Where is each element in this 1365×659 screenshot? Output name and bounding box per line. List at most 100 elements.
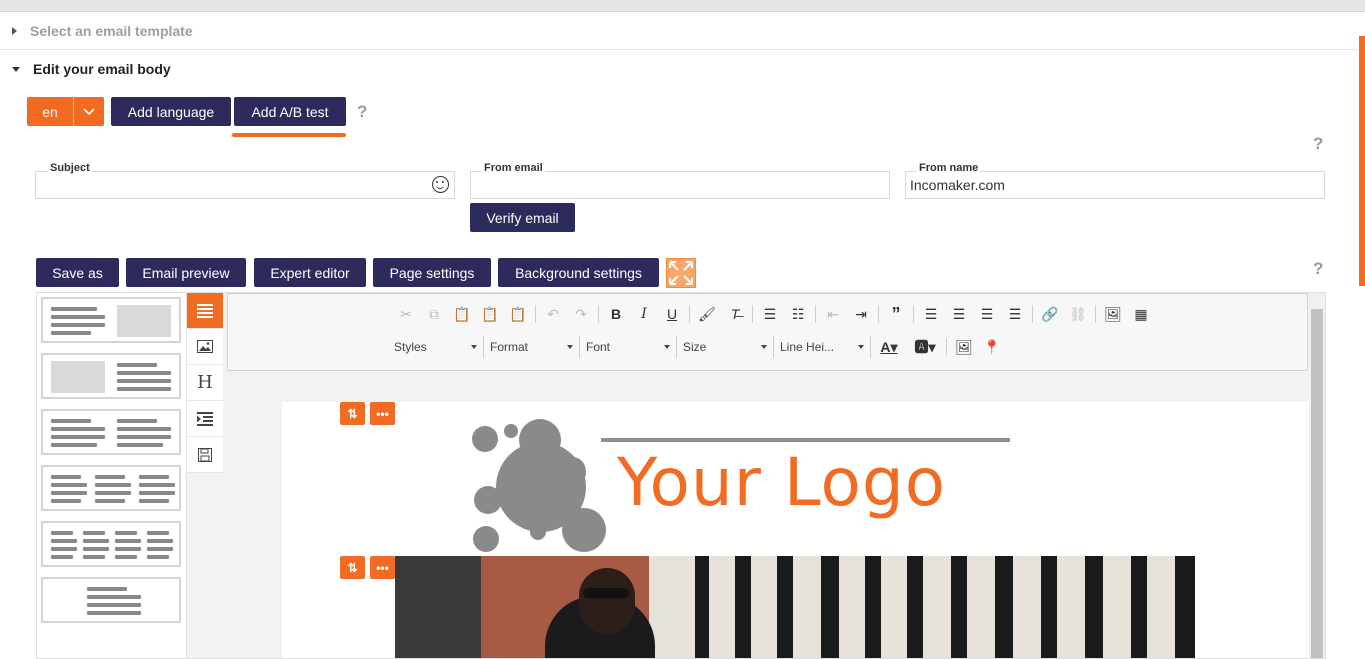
subject-field[interactable] <box>35 171 455 199</box>
block-text-image[interactable] <box>41 297 181 343</box>
background-settings-button[interactable]: Background settings <box>498 258 659 287</box>
align-right-icon[interactable]: ☰ <box>973 304 1001 324</box>
tab-images[interactable] <box>187 329 223 365</box>
ab-test-active-underline <box>232 133 346 137</box>
content-type-tabs: H <box>187 293 223 473</box>
rich-text-toolbar: ✂ ⧉ 📋 📋 📋 ↶ ↷ B I U 🖌 T̶ ☰ ☷ ⇤ ⇥ ” ☰ ☰ ☰… <box>227 293 1308 371</box>
help-icon[interactable]: ? <box>357 102 367 122</box>
tab-blocks[interactable] <box>187 293 223 329</box>
image-manager-icon[interactable]: 🖼 <box>950 337 978 357</box>
tab-saved[interactable] <box>187 437 223 473</box>
section-select-template[interactable]: Select an email template <box>0 12 1358 50</box>
italic-icon[interactable]: I <box>630 304 658 324</box>
fullscreen-icon[interactable] <box>666 258 696 288</box>
size-dropdown[interactable]: Size <box>677 336 774 358</box>
background-color-icon[interactable]: 🅰▾ <box>907 337 943 357</box>
expanded-arrow-icon <box>12 66 20 72</box>
font-label: Font <box>586 340 611 354</box>
format-painter-icon[interactable]: 🖌 <box>693 304 721 324</box>
table-icon[interactable]: ▦ <box>1127 304 1155 324</box>
bold-icon[interactable]: B <box>602 304 630 324</box>
block-two-text-columns[interactable] <box>41 409 181 455</box>
chevron-down-icon[interactable] <box>73 97 104 126</box>
email-preview-button[interactable]: Email preview <box>126 258 246 287</box>
page-settings-button[interactable]: Page settings <box>373 258 491 287</box>
page-scrollbar[interactable] <box>1359 36 1365 286</box>
line-height-dropdown[interactable]: Line Hei... <box>774 336 871 358</box>
block-three-text-columns[interactable] <box>41 465 181 511</box>
insert-image-icon[interactable]: 🖼 <box>1099 304 1127 324</box>
underline-icon[interactable]: U <box>658 304 686 324</box>
section-title: Edit your email body <box>33 61 171 77</box>
tab-indent[interactable] <box>187 401 223 437</box>
align-center-icon[interactable]: ☰ <box>945 304 973 324</box>
expert-editor-button[interactable]: Expert editor <box>254 258 366 287</box>
from-name-field[interactable]: Incomaker.com <box>905 171 1325 199</box>
paste-icon[interactable]: 📋 <box>448 304 476 324</box>
language-select[interactable]: en <box>27 97 104 126</box>
block-four-text-columns[interactable] <box>41 521 181 567</box>
undo-icon[interactable]: ↶ <box>539 304 567 324</box>
format-label: Format <box>490 340 529 354</box>
paste-text-icon[interactable]: 📋 <box>476 304 504 324</box>
copy-icon[interactable]: ⧉ <box>420 304 448 324</box>
format-dropdown[interactable]: Format <box>484 336 580 358</box>
from-name-label: From name <box>917 162 981 174</box>
image-icon <box>197 340 213 353</box>
emoji-icon[interactable] <box>432 176 449 193</box>
subject-label: Subject <box>48 162 92 174</box>
email-editor: H ✂ ⧉ 📋 📋 📋 ↶ ↷ B I U 🖌 T̶ ☰ ☷ ⇤ ⇥ ” ☰ ☰… <box>36 292 1326 659</box>
help-icon[interactable]: ? <box>1313 134 1323 154</box>
line-height-label: Line Hei... <box>780 340 835 354</box>
block-library <box>37 293 187 658</box>
indent-icon[interactable]: ⇥ <box>847 304 875 324</box>
tab-headings[interactable]: H <box>187 365 223 401</box>
map-icon[interactable]: 📍 <box>978 337 1006 357</box>
help-icon[interactable]: ? <box>1313 259 1323 279</box>
blockquote-icon[interactable]: ” <box>882 304 910 324</box>
dropdown-arrow-icon <box>664 345 670 349</box>
align-left-icon[interactable]: ☰ <box>917 304 945 324</box>
dropdown-arrow-icon <box>471 345 477 349</box>
redo-icon[interactable]: ↷ <box>567 304 595 324</box>
text-color-icon[interactable]: A▾ <box>871 337 907 357</box>
block-image-text[interactable] <box>41 353 181 399</box>
remove-format-icon[interactable]: T̶ <box>721 304 749 324</box>
bullet-list-icon[interactable]: ☷ <box>784 304 812 324</box>
scrollbar-thumb[interactable] <box>1311 309 1323 658</box>
rows-icon <box>197 303 213 318</box>
email-canvas: ⇅ ••• Your Logo ⇅ ••• <box>282 402 1309 658</box>
numbered-list-icon[interactable]: ☰ <box>756 304 784 324</box>
styles-dropdown[interactable]: Styles <box>388 336 484 358</box>
editor-scrollbar[interactable] <box>1309 293 1325 658</box>
save-icon <box>198 447 212 462</box>
section-title: Select an email template <box>30 22 193 39</box>
size-label: Size <box>683 340 707 354</box>
more-options-icon[interactable]: ••• <box>370 402 395 425</box>
from-email-label: From email <box>482 162 545 174</box>
from-name-value: Incomaker.com <box>910 177 1005 193</box>
block-centered-text[interactable] <box>41 577 181 623</box>
font-dropdown[interactable]: Font <box>580 336 677 358</box>
hero-photo[interactable] <box>395 556 1195 658</box>
link-icon[interactable]: 🔗 <box>1036 304 1064 324</box>
dropdown-arrow-icon <box>761 345 767 349</box>
add-ab-test-button[interactable]: Add A/B test <box>234 97 346 126</box>
more-options-icon[interactable]: ••• <box>370 556 395 579</box>
verify-email-button[interactable]: Verify email <box>470 203 575 232</box>
indent-icon <box>197 411 213 426</box>
dropdown-arrow-icon <box>567 345 573 349</box>
save-as-button[interactable]: Save as <box>36 258 119 287</box>
outdent-icon[interactable]: ⇤ <box>819 304 847 324</box>
move-block-icon[interactable]: ⇅ <box>340 556 365 579</box>
paste-word-icon[interactable]: 📋 <box>504 304 532 324</box>
justify-icon[interactable]: ☰ <box>1001 304 1029 324</box>
section-edit-body[interactable]: Edit your email body <box>0 50 1358 88</box>
add-language-button[interactable]: Add language <box>111 97 231 126</box>
window-top-strip <box>0 0 1365 12</box>
from-email-field[interactable] <box>470 171 890 199</box>
styles-label: Styles <box>394 340 427 354</box>
move-block-icon[interactable]: ⇅ <box>340 402 365 425</box>
cut-icon[interactable]: ✂ <box>392 304 420 324</box>
unlink-icon[interactable]: ⛓ <box>1064 304 1092 324</box>
